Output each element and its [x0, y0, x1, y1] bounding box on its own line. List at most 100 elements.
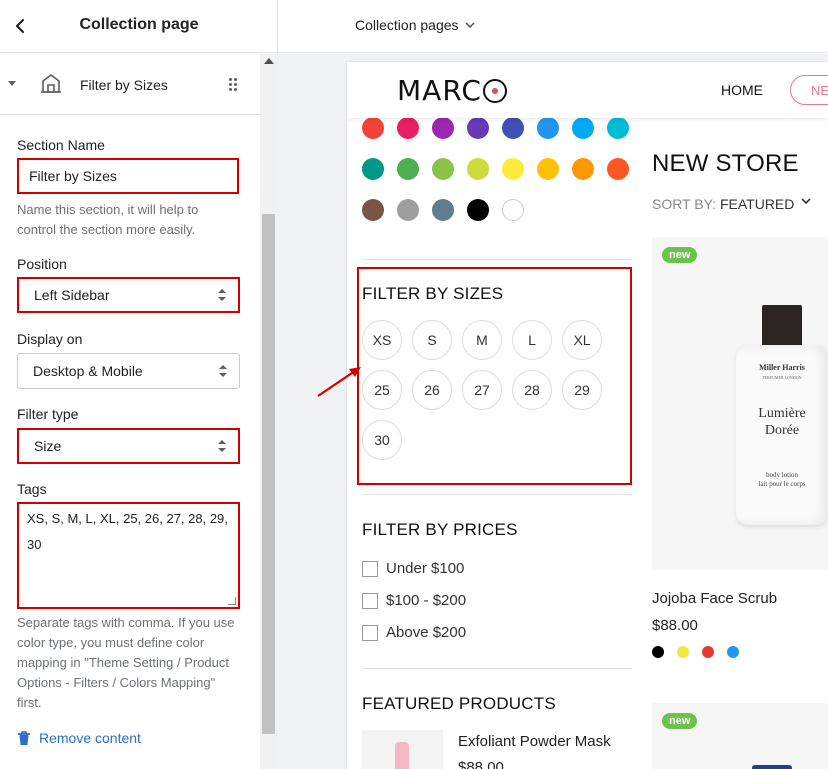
size-option[interactable]: 30 [362, 420, 402, 460]
product-card-image[interactable]: new Miller Harris PERFUMER LONDON Lumièr… [652, 237, 828, 570]
price-checkbox[interactable] [362, 624, 378, 641]
annotation-arrow-icon [317, 367, 361, 397]
product-card-image[interactable]: new [652, 703, 828, 769]
size-option[interactable]: 26 [412, 370, 452, 410]
divider [362, 494, 632, 495]
panel-title: Collection page [79, 16, 199, 33]
remove-content-button[interactable]: Remove content [17, 730, 141, 746]
logo-o-icon [482, 78, 507, 103]
position-label: Position [17, 256, 67, 272]
color-swatch[interactable] [572, 158, 594, 180]
size-option[interactable]: M [462, 320, 502, 360]
size-option[interactable]: 29 [562, 370, 602, 410]
collapse-caret-icon[interactable] [8, 81, 16, 86]
panel-scrollbar[interactable] [260, 54, 278, 769]
resize-grip-icon[interactable] [228, 597, 236, 605]
remove-content-label: Remove content [39, 730, 141, 746]
product-name[interactable]: Jojoba Face Scrub [652, 590, 777, 607]
select-arrows-icon [218, 289, 226, 301]
scroll-thumb[interactable] [262, 214, 275, 734]
color-swatch[interactable] [502, 117, 524, 139]
featured-product-price: $88.00 [458, 759, 504, 769]
product-color-dot[interactable] [652, 646, 664, 658]
sort-value: FEATURED [719, 196, 795, 212]
bottle-name-line-2: Dorée [764, 423, 800, 438]
size-option[interactable]: 25 [362, 370, 402, 410]
size-option[interactable]: 28 [512, 370, 552, 410]
price-checkbox[interactable] [362, 592, 378, 609]
color-swatch[interactable] [467, 158, 489, 180]
product-color-dot[interactable] [677, 646, 689, 658]
color-swatch[interactable] [467, 199, 489, 221]
settings-panel: Collection page Filter by Sizes Section … [0, 0, 278, 769]
chevron-down-icon[interactable] [801, 198, 811, 205]
price-option-label: Under $100 [386, 560, 465, 577]
tags-textarea[interactable]: XS, S, M, L, XL, 25, 26, 27, 28, 29, 30 [17, 502, 240, 609]
color-swatch[interactable] [502, 199, 524, 221]
price-option[interactable]: Under $100 [362, 560, 464, 577]
section-name-help: Name this section, it will help to contr… [17, 202, 199, 237]
color-swatch[interactable] [362, 199, 384, 221]
logo-text: MARC [397, 74, 482, 107]
display-on-label: Display on [17, 331, 83, 347]
sort-dropdown[interactable]: SORT BY: FEATURED [652, 196, 794, 212]
divider [362, 668, 632, 669]
section-header[interactable]: Filter by Sizes [0, 54, 260, 115]
size-option[interactable]: 27 [462, 370, 502, 410]
price-checkbox[interactable] [362, 560, 378, 577]
size-option[interactable]: S [412, 320, 452, 360]
page-selector-label: Collection pages [355, 17, 459, 33]
size-option[interactable]: XL [562, 320, 602, 360]
chevron-down-icon [464, 21, 475, 28]
drag-handle-icon[interactable] [229, 78, 239, 92]
product-bottle-image: Miller Harris PERFUMER LONDON Lumière Do… [736, 305, 828, 525]
bottle-desc-line-1: body lotion [765, 471, 799, 479]
color-swatch[interactable] [397, 158, 419, 180]
color-swatch[interactable] [607, 158, 629, 180]
product-price: $88.00 [652, 617, 698, 634]
color-swatch[interactable] [537, 117, 559, 139]
color-swatch[interactable] [607, 117, 629, 139]
price-option[interactable]: Above $200 [362, 624, 466, 641]
filter-sizes-heading: FILTER BY SIZES [362, 284, 504, 303]
page-selector-dropdown[interactable]: Collection pages [355, 17, 475, 33]
store-logo[interactable]: MARC [397, 74, 507, 107]
size-option[interactable]: XS [362, 320, 402, 360]
product-color-dot[interactable] [702, 646, 714, 658]
position-value: Left Sidebar [34, 287, 110, 303]
nav-home-link[interactable]: HOME [721, 82, 763, 98]
tags-label: Tags [17, 481, 47, 497]
bottle-name: Lumière Dorée [736, 405, 828, 439]
color-swatch[interactable] [432, 117, 454, 139]
price-option-label: Above $200 [386, 624, 467, 641]
section-name-label: Section Name [17, 137, 105, 153]
bottle-desc: body lotion lait pour le corps [736, 471, 828, 489]
preview-canvas: MARC HOME NE FILTER BY SIZES XS S M L XL 25 26… [278, 54, 828, 769]
tags-help: Separate tags with comma. If you use col… [17, 615, 235, 710]
color-swatch[interactable] [572, 117, 594, 139]
display-on-select[interactable]: Desktop & Mobile [17, 353, 240, 389]
divider [362, 259, 632, 260]
color-swatch[interactable] [362, 158, 384, 180]
product-color-dot[interactable] [727, 646, 739, 658]
color-swatch[interactable] [432, 158, 454, 180]
size-option[interactable]: L [512, 320, 552, 360]
position-select[interactable]: Left Sidebar [17, 277, 240, 313]
color-swatch[interactable] [502, 158, 524, 180]
color-swatch[interactable] [467, 117, 489, 139]
bottle-sub: PERFUMER LONDON [762, 375, 802, 380]
filter-type-select[interactable]: Size [17, 428, 240, 464]
section-name-input[interactable]: Filter by Sizes [17, 158, 239, 194]
featured-product-image[interactable] [362, 730, 443, 769]
color-swatch[interactable] [432, 199, 454, 221]
color-swatch[interactable] [397, 117, 419, 139]
price-option[interactable]: $100 - $200 [362, 592, 466, 609]
bottle-name-line-1: Lumière [758, 406, 806, 421]
featured-product-name[interactable]: Exfoliant Powder Mask [458, 733, 611, 750]
new-badge: new [662, 713, 698, 729]
nav-new-link[interactable]: NE [790, 75, 828, 105]
color-swatch[interactable] [537, 158, 559, 180]
scroll-up-icon[interactable] [264, 58, 274, 64]
color-swatch[interactable] [397, 199, 419, 221]
color-swatch[interactable] [362, 117, 384, 139]
